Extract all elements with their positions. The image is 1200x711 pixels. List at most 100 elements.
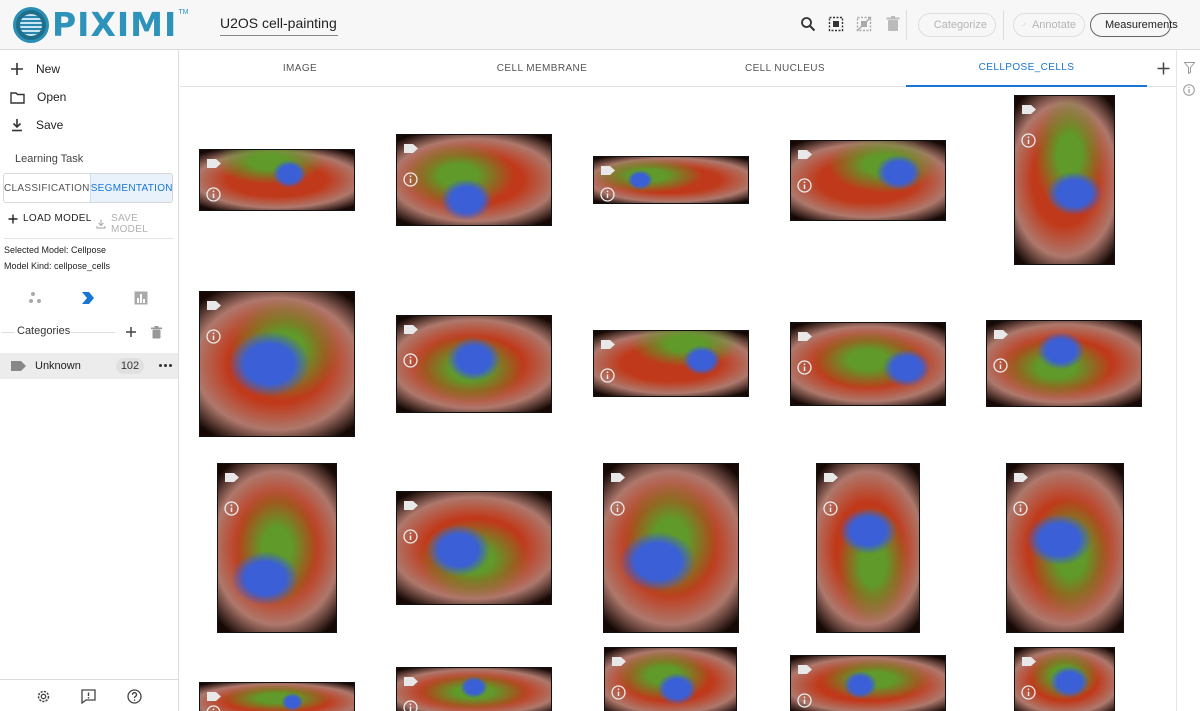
- annotate-button[interactable]: Annotate: [1013, 13, 1085, 37]
- label-icon[interactable]: [824, 473, 838, 482]
- model-pipeline-icon[interactable]: [80, 290, 96, 306]
- info-icon[interactable]: [403, 172, 418, 187]
- image-thumbnail[interactable]: [199, 291, 355, 437]
- image-thumbnail[interactable]: [790, 322, 946, 406]
- image-thumbnail[interactable]: [199, 149, 355, 211]
- learning-task-label: Learning Task: [15, 153, 84, 165]
- label-icon[interactable]: [404, 501, 418, 510]
- filter-icon[interactable]: [1180, 59, 1198, 77]
- image-thumbnail[interactable]: [396, 315, 552, 413]
- settings-gear-icon[interactable]: [35, 688, 51, 704]
- deselect-icon[interactable]: [855, 15, 873, 33]
- info-icon[interactable]: [1021, 133, 1036, 148]
- info-icon[interactable]: [1021, 685, 1036, 700]
- classification-button[interactable]: CLASSIFICATION: [4, 174, 90, 202]
- info-icon[interactable]: [823, 501, 838, 516]
- label-icon[interactable]: [1022, 105, 1036, 114]
- info-icon[interactable]: [610, 501, 625, 516]
- label-icon[interactable]: [1014, 473, 1028, 482]
- add-category-icon[interactable]: [123, 324, 139, 340]
- tab-cellpose-cells[interactable]: CELLPOSE_CELLS: [906, 50, 1147, 87]
- more-icon[interactable]: [159, 364, 172, 367]
- image-thumbnail[interactable]: [816, 463, 920, 633]
- label-icon[interactable]: [404, 677, 418, 686]
- info-icon[interactable]: [403, 353, 418, 368]
- info-icon[interactable]: [403, 700, 418, 711]
- label-icon[interactable]: [1022, 657, 1036, 666]
- trash-icon[interactable]: [884, 15, 902, 33]
- help-icon[interactable]: [126, 688, 142, 704]
- label-icon[interactable]: [798, 150, 812, 159]
- delete-categories-icon[interactable]: [148, 324, 164, 340]
- logo-trademark: TM: [178, 9, 189, 16]
- image-thumbnail[interactable]: [396, 491, 552, 605]
- plus-icon: [8, 214, 18, 223]
- info-icon[interactable]: [611, 685, 626, 700]
- label-icon[interactable]: [994, 330, 1008, 339]
- plus-icon: [11, 63, 23, 75]
- image-thumbnail[interactable]: [986, 320, 1142, 407]
- image-thumbnail[interactable]: [790, 655, 946, 711]
- measurements-button[interactable]: Measurements: [1090, 13, 1178, 37]
- image-thumbnail[interactable]: [1014, 647, 1115, 711]
- info-icon[interactable]: [1180, 81, 1198, 99]
- label-icon[interactable]: [601, 166, 615, 175]
- info-icon[interactable]: [797, 178, 812, 193]
- label-icon[interactable]: [207, 692, 221, 701]
- info-icon[interactable]: [797, 360, 812, 375]
- open-menu-item[interactable]: Open: [10, 87, 66, 107]
- chart-icon[interactable]: [133, 290, 149, 306]
- info-icon[interactable]: [206, 187, 221, 202]
- info-icon[interactable]: [206, 705, 221, 711]
- clustering-icon[interactable]: [27, 290, 43, 306]
- image-thumbnail[interactable]: [603, 463, 739, 633]
- select-all-icon[interactable]: [827, 15, 845, 33]
- image-thumbnail[interactable]: [217, 463, 337, 633]
- info-icon[interactable]: [600, 187, 615, 202]
- label-icon[interactable]: [798, 332, 812, 341]
- new-menu-item[interactable]: New: [10, 59, 60, 79]
- save-menu-item[interactable]: Save: [10, 115, 63, 135]
- label-icon[interactable]: [207, 301, 221, 310]
- image-thumbnail[interactable]: [199, 682, 355, 711]
- piximi-logo: PIXIMI TM: [13, 7, 188, 43]
- project-name-input[interactable]: U2OS cell-painting expe: [220, 14, 338, 36]
- label-icon[interactable]: [612, 657, 626, 666]
- label-icon[interactable]: [611, 473, 625, 482]
- image-thumbnail[interactable]: [396, 667, 552, 711]
- image-thumbnail[interactable]: [604, 647, 737, 711]
- info-icon[interactable]: [600, 368, 615, 383]
- image-thumbnail[interactable]: [790, 140, 946, 221]
- tab-cell-nucleus[interactable]: CELL NUCLEUS: [664, 50, 906, 87]
- logo-text: PIXIMI: [52, 5, 178, 44]
- tab-cell-membrane[interactable]: CELL MEMBRANE: [420, 50, 664, 87]
- new-label: New: [36, 62, 61, 76]
- info-icon[interactable]: [797, 693, 812, 708]
- image-thumbnail[interactable]: [396, 134, 552, 226]
- image-thumbnail[interactable]: [1014, 95, 1115, 265]
- label-icon[interactable]: [798, 665, 812, 674]
- label-icon[interactable]: [404, 325, 418, 334]
- load-model-button[interactable]: LOAD MODEL: [8, 213, 92, 224]
- info-icon[interactable]: [224, 501, 239, 516]
- tab-image[interactable]: IMAGE: [180, 50, 420, 87]
- categorize-button[interactable]: Categorize: [918, 13, 996, 37]
- segmentation-button[interactable]: SEGMENTATION: [89, 174, 172, 202]
- info-icon[interactable]: [1013, 501, 1028, 516]
- category-item-unknown[interactable]: Unknown 102: [0, 353, 178, 379]
- image-thumbnail[interactable]: [593, 156, 749, 204]
- save-model-button[interactable]: SAVE MODEL: [96, 213, 178, 235]
- info-icon[interactable]: [403, 529, 418, 544]
- feedback-icon[interactable]: [80, 688, 96, 704]
- add-tab-icon[interactable]: [1154, 59, 1172, 77]
- image-thumbnail[interactable]: [1006, 463, 1124, 633]
- info-icon[interactable]: [206, 329, 221, 344]
- label-icon[interactable]: [601, 340, 615, 349]
- info-icon[interactable]: [993, 358, 1008, 373]
- label-icon[interactable]: [207, 159, 221, 168]
- image-thumbnail[interactable]: [593, 330, 749, 397]
- magnifier-icon[interactable]: [799, 15, 817, 33]
- label-icon[interactable]: [225, 473, 239, 482]
- label-icon: [927, 24, 928, 26]
- label-icon[interactable]: [404, 144, 418, 153]
